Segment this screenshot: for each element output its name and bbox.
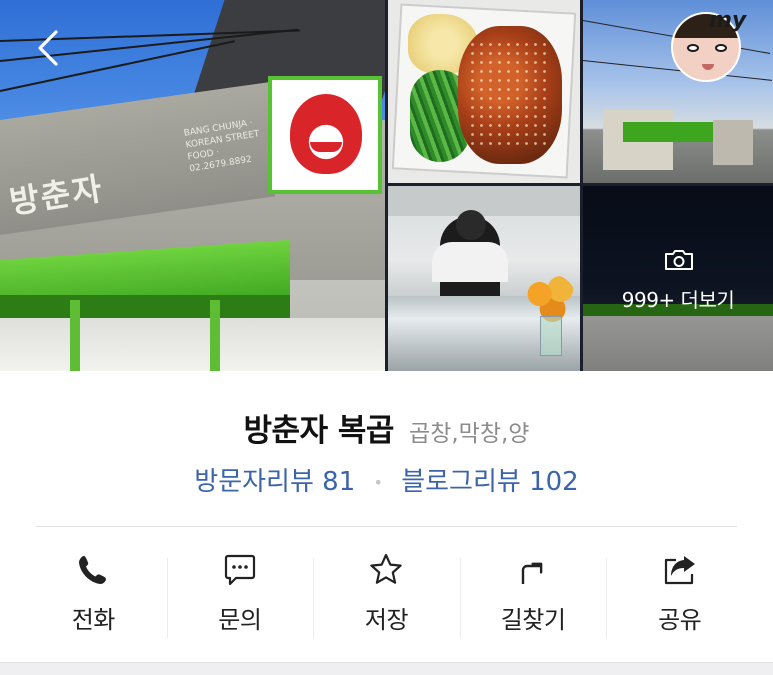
- dim-overlay: [583, 186, 773, 371]
- phone-icon: [79, 556, 107, 584]
- save-label: 저장: [364, 606, 409, 634]
- chat-bubble-icon: [224, 554, 255, 586]
- shop-front: [0, 318, 385, 371]
- green-pillar: [70, 300, 80, 371]
- inquiry-label: 문의: [218, 606, 262, 634]
- logo-face-icon: [290, 94, 362, 174]
- sesame-seeds: [468, 40, 552, 150]
- directions-button[interactable]: 길찾기: [459, 528, 607, 660]
- avatar-eye: [715, 44, 727, 52]
- star-icon: [370, 553, 403, 584]
- avatar-mouth: [702, 64, 714, 70]
- vase: [540, 316, 562, 356]
- back-arrow-icon[interactable]: [30, 28, 70, 68]
- blog-review-link[interactable]: 블로그리뷰 102: [401, 467, 579, 497]
- exhaust-hood: [388, 186, 580, 216]
- inquiry-button[interactable]: 문의: [166, 528, 314, 660]
- place-name: 방춘자 복곱: [243, 413, 395, 449]
- section-footer-band: [0, 662, 773, 675]
- section-divider: [36, 526, 737, 527]
- kitchen-photo[interactable]: [388, 186, 580, 371]
- cook-shirt: [432, 242, 508, 282]
- share-button[interactable]: 공유: [606, 528, 753, 660]
- more-photos-tile[interactable]: 999+ 더보기: [583, 186, 773, 371]
- call-button[interactable]: 전화: [20, 528, 167, 660]
- camera-icon: [665, 250, 693, 270]
- avatar-eye: [687, 44, 699, 52]
- my-tag: my: [709, 8, 747, 33]
- photo-gallery: 방춘자 BANG CHUNJA · KOREAN STREET FOOD · 0…: [0, 0, 773, 371]
- directions-label: 길찾기: [500, 606, 566, 634]
- call-label: 전화: [71, 606, 116, 634]
- review-separator: •: [373, 473, 383, 492]
- action-bar: 전화 문의 저장 길찾기 공유: [20, 528, 753, 660]
- place-category: 곱창,막창,양: [409, 421, 530, 447]
- building: [713, 120, 753, 165]
- green-sign: [623, 122, 713, 142]
- directions-icon: [521, 562, 543, 584]
- food-photo[interactable]: [388, 0, 580, 183]
- review-row: 방문자리뷰 81 • 블로그리뷰 102: [0, 461, 773, 498]
- cook-head: [456, 210, 486, 240]
- brand-logo-sign: [268, 76, 382, 194]
- title-row: 방춘자 복곱 곱창,막창,양: [0, 405, 773, 450]
- place-info: 방춘자 복곱 곱창,막창,양 방문자리뷰 81 • 블로그리뷰 102: [0, 371, 773, 527]
- save-button[interactable]: 저장: [313, 528, 460, 660]
- more-photos-label: 999+ 더보기: [621, 288, 735, 312]
- share-icon: [664, 556, 695, 585]
- visitor-review-link[interactable]: 방문자리뷰 81: [194, 467, 355, 497]
- share-label: 공유: [658, 606, 702, 634]
- green-pillar: [210, 300, 220, 371]
- street-photo[interactable]: my: [583, 0, 773, 183]
